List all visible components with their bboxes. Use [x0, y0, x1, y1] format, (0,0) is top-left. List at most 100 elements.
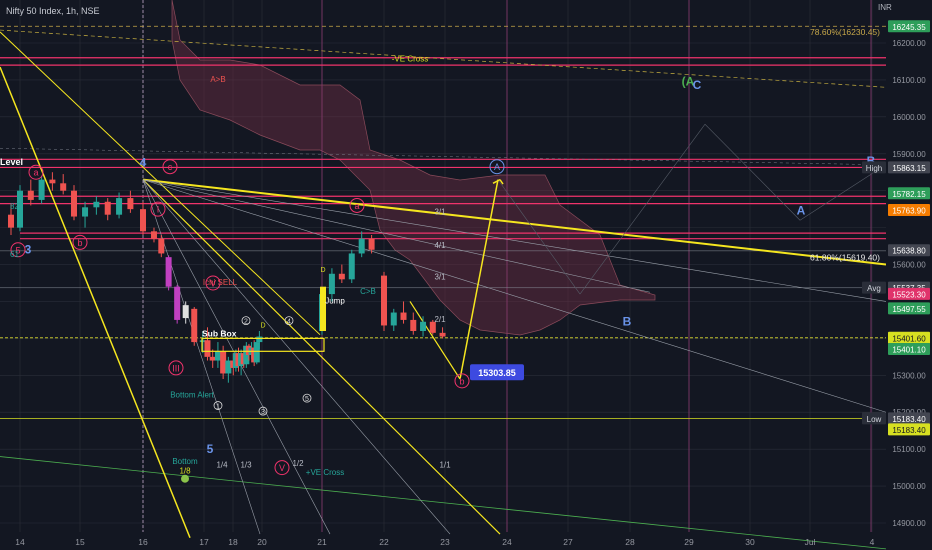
price-label-6: 15782.15: [892, 190, 926, 199]
candle-body-18: [191, 308, 198, 343]
time-tick-4: 18: [228, 537, 238, 547]
bottom-label: Bottom: [172, 457, 198, 466]
one-eighth-label: 1/8: [179, 467, 191, 476]
price-tick-4: 15900.00: [892, 150, 926, 159]
price-label-11: 15523.30: [892, 290, 926, 299]
gann-ratio-2: 3/1: [434, 272, 446, 281]
candle-body-44: [400, 312, 407, 320]
time-tick-11: 28: [625, 537, 635, 547]
wave-c-circle: c: [168, 162, 173, 172]
candle-body-16: [174, 286, 181, 320]
time-tick-12: 29: [684, 537, 694, 547]
yellow-proj-down: [409, 301, 461, 380]
sub-wave-4: 4: [287, 319, 291, 326]
time-tick-3: 17: [199, 537, 209, 547]
candle-body-15: [165, 257, 172, 287]
price-tick-3: 16000.00: [892, 113, 926, 122]
a-gt-b-label: A>B: [210, 75, 225, 84]
price-tick-9: 15600.00: [892, 261, 926, 270]
price-tick-20: 15000.00: [892, 482, 926, 491]
ve-cross-minus-label: -VE Cross: [392, 54, 428, 63]
gann-ratio-1: 4/1: [434, 241, 446, 250]
time-tick-15: 4: [870, 537, 875, 547]
time-tick-8: 23: [440, 537, 450, 547]
candle-body-35: [256, 336, 263, 343]
candle-body-5: [60, 183, 67, 191]
candle-body-17: [182, 305, 189, 319]
candle-body-34: [253, 342, 260, 363]
price-label-7: 15763.90: [892, 207, 926, 216]
fib-618-label: 61.80%(15619.40): [810, 253, 880, 263]
time-tick-10: 27: [563, 537, 573, 547]
price-label-14: 15401.10: [892, 345, 926, 354]
green-trendline: [0, 456, 887, 550]
price-tag-17: Low: [867, 415, 882, 424]
candle-body-42: [381, 275, 387, 326]
dashed-trend-top: [0, 29, 887, 88]
price-axis-unit: INR: [878, 3, 892, 12]
candle-body-13: [150, 231, 157, 239]
sub-wave-5: 5: [305, 396, 309, 403]
chart-root: Nifty 50 Index, 1h, NSE 78.60%(16230.45)…: [0, 0, 932, 550]
candle-body-38: [338, 273, 345, 280]
price-chart[interactable]: 78.60%(16230.45)61.80%(15619.40)LevelIch…: [0, 0, 932, 550]
fib-786-label: 78.60%(16230.45): [810, 27, 880, 37]
candle-body-4: [49, 179, 56, 184]
wave-a-circle: a: [33, 168, 38, 178]
candle-body-22: [214, 351, 221, 361]
jump-label: Jump: [325, 296, 345, 305]
price-tick-21: 14900.00: [892, 519, 926, 528]
price-tag-5: High: [866, 164, 882, 173]
sub-box-label: Sub Box: [202, 329, 237, 339]
time-tick-5: 20: [257, 537, 267, 547]
wave-B-lower: B: [623, 314, 632, 328]
wave-3: 3: [25, 242, 32, 256]
candle-body-21: [209, 356, 216, 361]
proj-line-4: [799, 168, 881, 221]
gann-ratio-4: 1/1: [439, 461, 451, 470]
candle-body-2: [27, 190, 34, 200]
wave-5: 5: [207, 442, 214, 456]
candle-body-40: [358, 238, 365, 254]
candle-body-45: [410, 319, 417, 331]
candle-body-3: [38, 179, 45, 200]
wave-iii-circle: III: [172, 363, 180, 373]
jump-candle: [320, 286, 326, 331]
wave-a2-circle: a: [354, 201, 359, 211]
wave-v-circle: V: [210, 279, 216, 289]
price-label-17: 15183.40: [892, 415, 926, 424]
wave-v2-circle: V: [279, 463, 285, 473]
wave-i-circle: I: [157, 205, 160, 215]
candle-body-11: [127, 198, 134, 210]
gann-ratio-7: 1/2: [292, 459, 304, 468]
candle-body-39: [348, 253, 355, 280]
callout-price: 15303.85: [478, 368, 516, 378]
wave-b-circle: b: [77, 238, 82, 248]
left-82: 82: [10, 202, 19, 211]
candle-body-10: [116, 198, 123, 215]
candle-body-41: [368, 238, 375, 250]
ve-cross-plus-label: +VE Cross: [306, 468, 344, 477]
time-tick-13: 30: [745, 537, 755, 547]
time-tick-2: 16: [138, 537, 148, 547]
candle-body-48: [439, 332, 446, 337]
wave-b2-circle: b: [459, 376, 464, 386]
time-tick-1: 15: [75, 537, 85, 547]
wave-C: C: [693, 78, 702, 92]
candle-body-12: [140, 209, 146, 232]
candle-body-43: [390, 312, 397, 326]
c-gt-b-label: C>B: [360, 287, 376, 296]
sub-d: D: [260, 322, 265, 329]
left-61: 61: [10, 250, 19, 259]
sub-wave-3: 3: [261, 409, 265, 416]
bottom-alert-label: Bottom Alert: [170, 390, 214, 399]
dashed-trend-mid: [0, 147, 887, 166]
proj-line-3: [704, 124, 801, 221]
price-tag-10: Avg: [867, 284, 881, 293]
candle-body-46: [420, 321, 427, 331]
candle-body-20: [204, 340, 211, 357]
candle-body-14: [158, 238, 165, 254]
sub-wave-1: 1: [216, 404, 220, 411]
candle-body-0: [8, 214, 14, 228]
bottom-dot: [181, 474, 189, 483]
